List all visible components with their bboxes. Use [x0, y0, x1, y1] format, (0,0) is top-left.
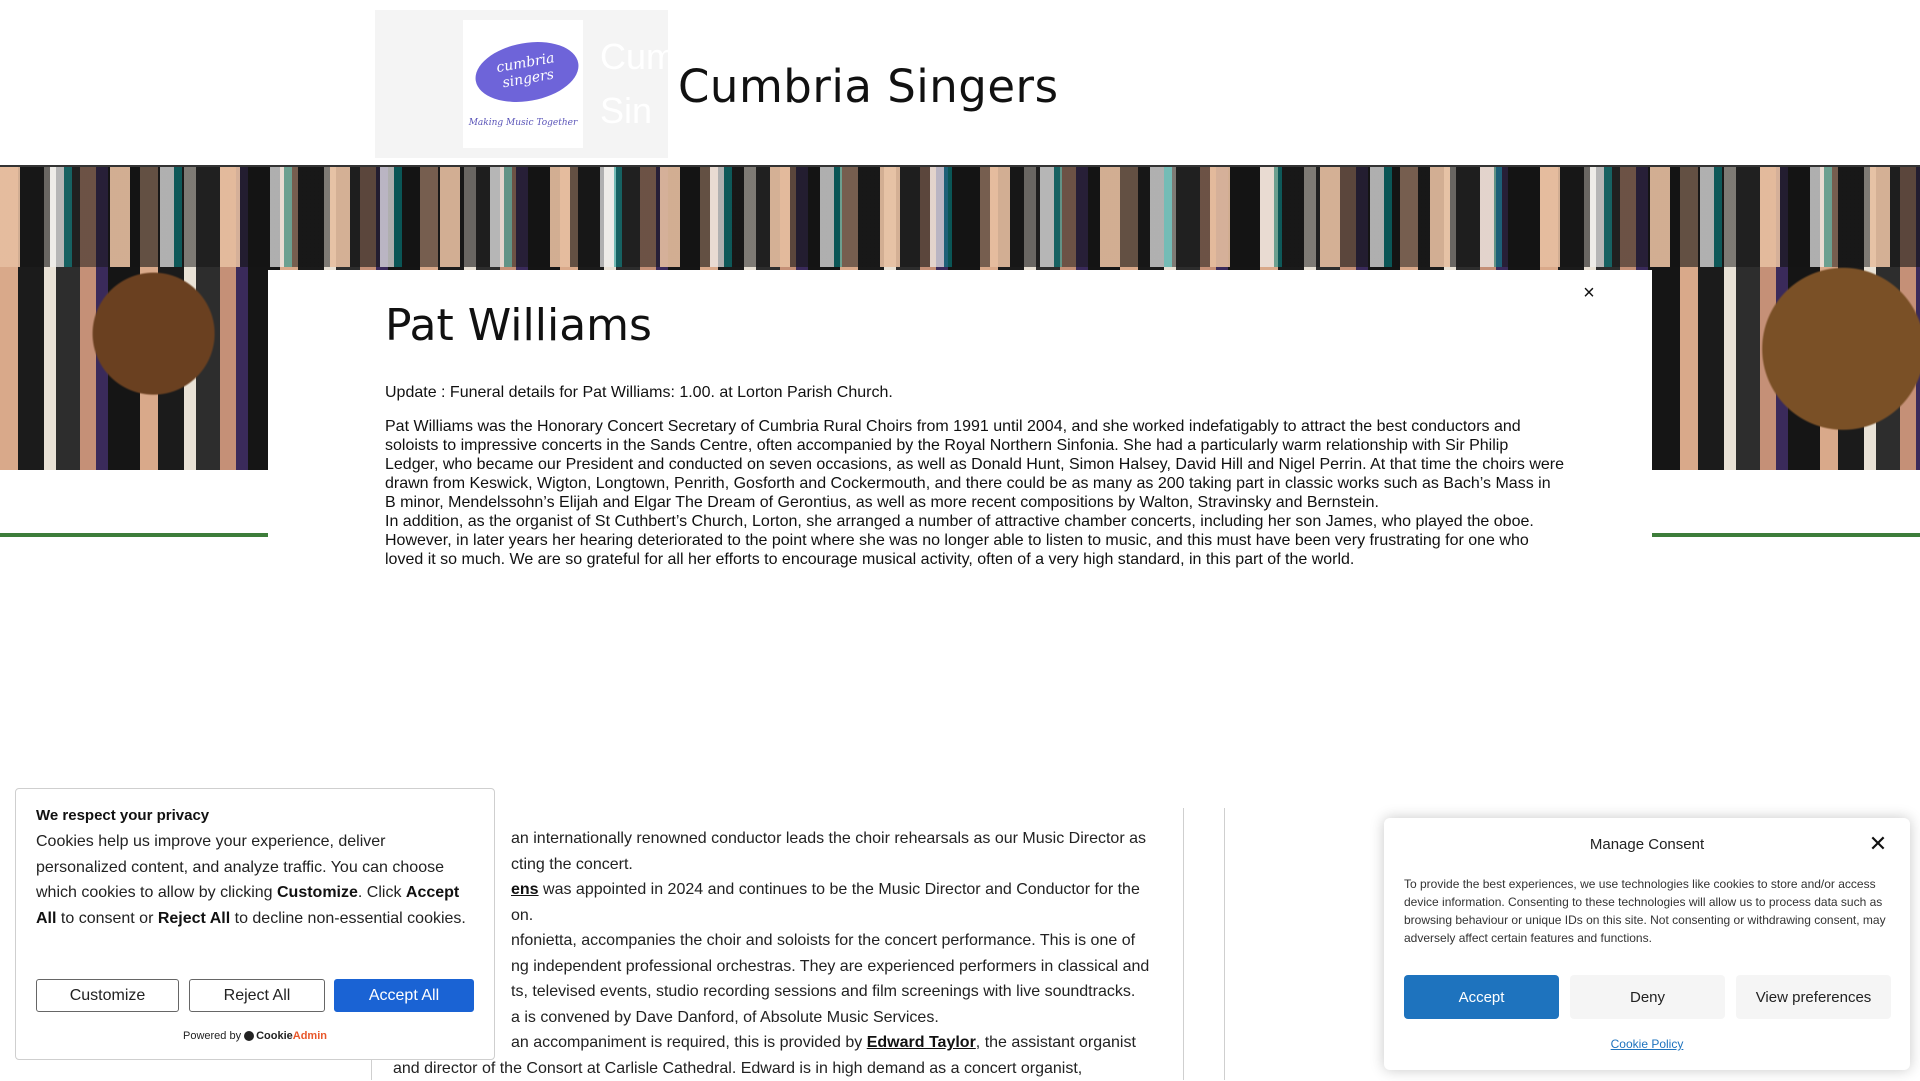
page-line-8: a is convened by Dave Danford, of Absolu…: [393, 1005, 1163, 1031]
privacy-description: Cookies help us improve your experience,…: [36, 829, 476, 931]
banner-shade: [0, 167, 1920, 267]
modal-title: Pat Williams: [385, 300, 652, 351]
powered-by-label: Powered by: [183, 1030, 241, 1042]
page-line-9: an accompaniment is required, this is pr…: [393, 1030, 1163, 1056]
privacy-text-part: to consent or: [56, 910, 157, 927]
accept-all-button[interactable]: Accept All: [334, 979, 474, 1012]
customize-button[interactable]: Customize: [36, 979, 179, 1012]
powered-by-cookieadmin[interactable]: Powered by CookieAdmin: [16, 1030, 494, 1042]
privacy-text-reject-all: Reject All: [158, 910, 230, 927]
manage-consent-dialog: Manage Consent ✕ To provide the best exp…: [1384, 818, 1910, 1070]
page-line-10: and director of the Consort at Carlisle …: [393, 1056, 1163, 1081]
site-logo[interactable]: cumbria singers Making Music Together Cu…: [375, 10, 668, 158]
content-divider-right: [1224, 808, 1225, 1080]
view-preferences-button[interactable]: View preferences: [1736, 975, 1891, 1019]
page-line-7: ts, televised events, studio recording s…: [393, 979, 1163, 1005]
accept-button[interactable]: Accept: [1404, 975, 1559, 1019]
page-line-3-rest: was appointed in 2024 and continues to b…: [539, 881, 1140, 898]
content-divider-middle: [1183, 808, 1184, 1080]
conductor-link[interactable]: ens: [511, 881, 539, 898]
privacy-text-customize: Customize: [277, 884, 358, 901]
close-icon[interactable]: ✕: [1866, 832, 1890, 856]
brand-admin-text: Admin: [293, 1030, 327, 1042]
cookie-policy-link[interactable]: Cookie Policy: [1384, 1037, 1910, 1051]
cookieadmin-logo-icon: [244, 1031, 254, 1041]
green-divider-right: [1652, 533, 1920, 537]
page-line-6: ng independent professional orchestras. …: [393, 954, 1163, 980]
page-line-4: on.: [393, 903, 1163, 929]
logo-ghost-text-2: Sin: [600, 90, 652, 132]
privacy-text-part: . Click: [358, 884, 406, 901]
page-line-5: nfonietta, accompanies the choir and sol…: [393, 928, 1163, 954]
page-line-3: ens was appointed in 2024 and continues …: [393, 877, 1163, 903]
brand-cookie-text: Cookie: [256, 1030, 293, 1042]
reject-all-button[interactable]: Reject All: [189, 979, 325, 1012]
logo-ghost-text-1: Cum: [600, 36, 668, 78]
page-line-1: an internationally renowned conductor le…: [393, 826, 1163, 852]
deny-button[interactable]: Deny: [1570, 975, 1725, 1019]
page-line-9-pre: an accompaniment is required, this is pr…: [511, 1034, 867, 1051]
close-icon[interactable]: ×: [1577, 281, 1601, 305]
cookie-privacy-banner: We respect your privacy Cookies help us …: [15, 788, 495, 1060]
privacy-text-part: to decline non-essential cookies.: [230, 910, 466, 927]
logo-tagline: Making Music Together: [463, 118, 583, 128]
consent-description: To provide the best experiences, we use …: [1404, 875, 1896, 947]
profile-modal: × Pat Williams Update : Funeral details …: [268, 270, 1652, 590]
consent-title: Manage Consent: [1384, 836, 1910, 853]
biography-paragraph-2: In addition, as the organist of St Cuthb…: [385, 512, 1565, 569]
modal-body: Pat Williams was the Honorary Concert Se…: [385, 417, 1565, 569]
funeral-update: Update : Funeral details for Pat William…: [385, 383, 1545, 402]
page-line-9-post: , the assistant organist: [976, 1034, 1136, 1051]
logo-card: cumbria singers Making Music Together: [463, 20, 583, 148]
green-divider-left: [0, 533, 268, 537]
site-title[interactable]: Cumbria Singers: [678, 60, 1059, 113]
music-director-text: an internationally renowned conductor le…: [393, 826, 1163, 1081]
logo-ellipse: cumbria singers: [471, 34, 583, 109]
biography-paragraph-1: Pat Williams was the Honorary Concert Se…: [385, 417, 1565, 512]
page-line-2: cting the concert.: [393, 852, 1163, 878]
privacy-title: We respect your privacy: [36, 807, 209, 824]
edward-taylor-link[interactable]: Edward Taylor: [867, 1034, 976, 1051]
